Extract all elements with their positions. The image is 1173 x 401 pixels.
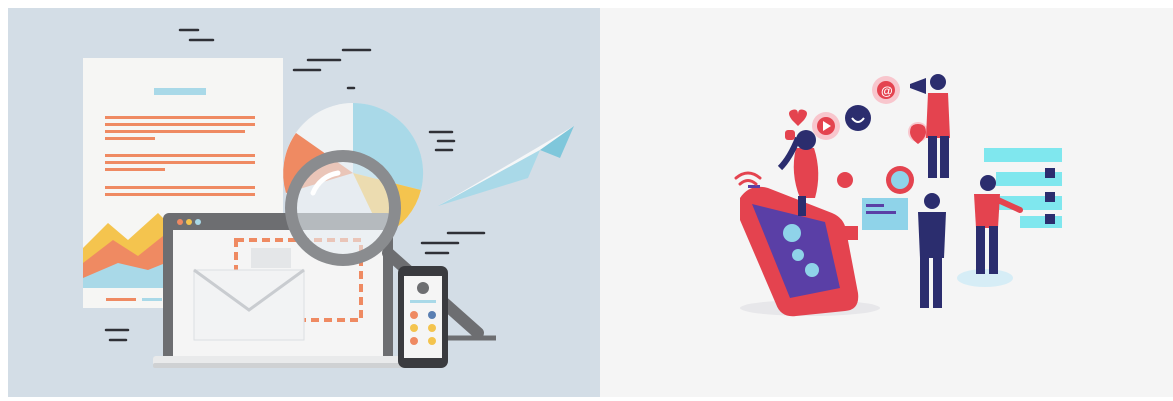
social-media-marketing-illustration: @	[600, 8, 1173, 397]
envelope-icon	[193, 268, 305, 341]
email-marketing-illustration	[8, 8, 600, 397]
svg-text:@: @	[881, 84, 893, 98]
globe-icon	[886, 166, 914, 194]
smartphone	[398, 266, 448, 368]
social-media-svg: @	[600, 8, 1173, 397]
email-marketing-svg	[8, 8, 600, 397]
